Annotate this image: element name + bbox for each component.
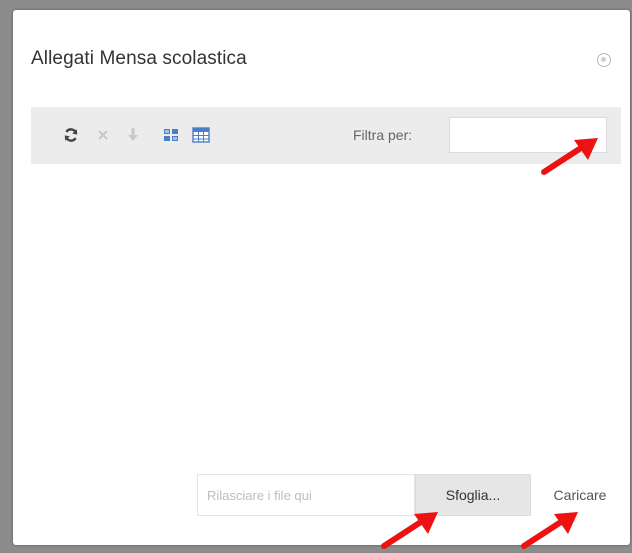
filter-label: Filtra per:: [353, 127, 413, 143]
attachments-dialog: Allegati Mensa scolastica Filtra per: Ri…: [13, 10, 630, 545]
attachments-list-area: [31, 164, 621, 464]
download-icon[interactable]: [123, 125, 143, 145]
dialog-title: Allegati Mensa scolastica: [31, 48, 247, 69]
annotation-arrow-icon: [381, 512, 438, 549]
annotation-arrow-icon: [541, 138, 598, 175]
table-view-icon[interactable]: [191, 125, 211, 145]
close-icon[interactable]: [597, 53, 611, 67]
grid-view-icon[interactable]: [161, 125, 181, 145]
annotation-arrow-icon: [521, 512, 578, 549]
toolbar: Filtra per:: [31, 107, 621, 164]
delete-icon[interactable]: [93, 125, 113, 145]
refresh-icon[interactable]: [61, 125, 81, 145]
